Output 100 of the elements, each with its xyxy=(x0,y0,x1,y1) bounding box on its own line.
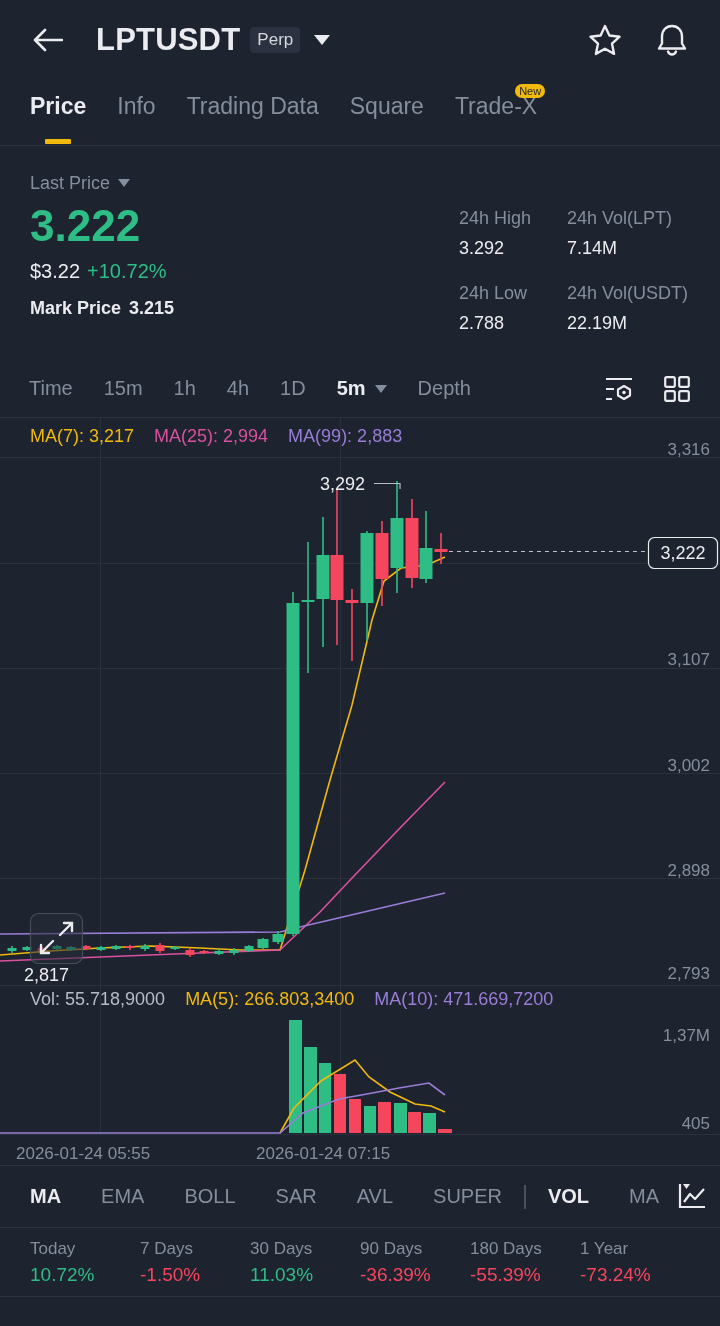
return-value: 11.03% xyxy=(250,1264,315,1286)
time-axis-label: 2026-01-24 05:55 xyxy=(16,1144,151,1163)
line-chart-icon[interactable] xyxy=(678,1183,706,1209)
stat-label: 24h Vol(USDT) xyxy=(566,282,688,304)
volume-bar xyxy=(438,1129,452,1133)
volume-bar xyxy=(364,1106,376,1133)
current-price-tag: 3,222 xyxy=(647,536,719,570)
candlestick xyxy=(125,944,135,951)
indicator-tab[interactable]: MA xyxy=(30,1185,62,1208)
expand-icon xyxy=(39,921,74,955)
indicator-tab[interactable]: AVL xyxy=(356,1185,394,1208)
mark-price-value: 3.215 xyxy=(129,297,175,319)
candlestick xyxy=(37,946,47,953)
tab[interactable]: Price xyxy=(30,80,87,145)
axis-label: 3,316 xyxy=(667,440,710,459)
indicator-tab[interactable]: VOL xyxy=(547,1185,590,1208)
period-label: 180 Days xyxy=(470,1238,543,1260)
moving-average-legend: MA(25): 2,994 xyxy=(154,425,269,447)
interval-tab[interactable]: 15m xyxy=(103,377,143,400)
symbol-title[interactable]: LPTUSDT xyxy=(96,22,241,58)
return-value: -55.39% xyxy=(470,1264,542,1286)
indicator-tab[interactable]: SUPER xyxy=(433,1185,502,1208)
interval-tab[interactable]: 5m xyxy=(336,377,387,400)
candlestick xyxy=(272,930,284,945)
volume-bar xyxy=(319,1063,331,1133)
candlestick xyxy=(214,948,224,956)
indicator-tab[interactable]: EMA xyxy=(101,1185,145,1208)
caret-icon[interactable] xyxy=(314,35,331,45)
candlestick xyxy=(155,942,165,954)
mark-price-label: Mark Price xyxy=(30,297,122,319)
volume-legend: MA(5): 266.803,3400 xyxy=(185,988,355,1010)
tab[interactable]: Trading Data xyxy=(186,80,319,145)
volume-bar xyxy=(334,1074,346,1133)
stat-value: 22.19M xyxy=(566,312,628,334)
stat-label: 24h High xyxy=(458,207,532,229)
volume-bar xyxy=(423,1113,436,1133)
candlestick xyxy=(257,937,269,950)
period-label: 1 Year xyxy=(580,1238,630,1260)
bell-icon[interactable] xyxy=(656,23,688,57)
high-price-label: 3,292 xyxy=(320,474,366,494)
stat-label: 24h Low xyxy=(458,282,528,304)
volume-bar xyxy=(349,1099,361,1133)
interval-tab[interactable]: 1h xyxy=(173,377,196,400)
price-type-label[interactable]: Last Price xyxy=(30,172,111,194)
candlestick xyxy=(199,949,209,955)
candlestick xyxy=(229,947,239,956)
tab[interactable]: Square xyxy=(349,80,424,145)
axis-label: 2,793 xyxy=(667,964,710,983)
fullscreen-button[interactable] xyxy=(29,912,84,965)
star-icon[interactable] xyxy=(588,23,622,57)
stat-value: 3.292 xyxy=(458,237,505,259)
return-value: -1.50% xyxy=(140,1264,202,1286)
time-axis-label: 2026-01-24 07:15 xyxy=(256,1144,391,1163)
interval-tab[interactable]: 1D xyxy=(280,377,306,400)
axis-label: 3,002 xyxy=(667,756,710,775)
return-value: 10.72% xyxy=(30,1264,96,1286)
candlestick xyxy=(140,943,150,952)
candlestick xyxy=(96,945,106,952)
return-value: -36.39% xyxy=(360,1264,432,1286)
usd-price: $3.22 xyxy=(30,259,81,284)
last-price: 3.222 xyxy=(30,201,142,251)
axis-label: 1,37M xyxy=(662,1026,710,1045)
indicator-tab[interactable]: MA xyxy=(629,1185,660,1208)
stat-label: 24h Vol(LPT) xyxy=(566,207,673,229)
settings-icon[interactable] xyxy=(605,376,633,401)
period-label: 7 Days xyxy=(140,1238,194,1260)
volume-legend: Vol: 55.718,9000 xyxy=(30,988,166,1010)
axis-label: 3,107 xyxy=(667,650,710,669)
axis-label: 405 xyxy=(681,1114,710,1133)
volume-legend: MA(10): 471.669,7200 xyxy=(374,988,554,1010)
period-label: 90 Days xyxy=(360,1238,424,1260)
contract-type-badge: Perp xyxy=(250,27,301,53)
candlestick xyxy=(185,947,195,958)
candlestick xyxy=(170,945,180,951)
price-change: +10.72% xyxy=(87,259,167,284)
period-label: Today xyxy=(30,1238,77,1260)
candlestick xyxy=(81,944,91,951)
volume-bar xyxy=(378,1102,391,1133)
indicator-tab[interactable]: SAR xyxy=(275,1185,317,1208)
stat-value: 7.14M xyxy=(566,237,618,259)
new-badge: New xyxy=(515,84,546,98)
interval-tab[interactable]: 4h xyxy=(226,377,250,400)
back-arrow-icon[interactable] xyxy=(33,28,63,52)
stat-value: 2.788 xyxy=(458,312,505,334)
candlestick xyxy=(52,944,62,951)
period-label: 30 Days xyxy=(250,1238,314,1260)
return-value: -73.24% xyxy=(580,1264,652,1286)
moving-average-legend: MA(99): 2,883 xyxy=(288,425,403,447)
candlestick xyxy=(244,944,254,953)
interval-tab[interactable]: Depth xyxy=(417,377,471,400)
low-price-label: 2,817 xyxy=(24,965,70,985)
volume-bar xyxy=(394,1103,407,1133)
interval-tab[interactable]: Time xyxy=(29,377,73,400)
indicator-tab[interactable]: BOLL xyxy=(184,1185,236,1208)
axis-label: 2,898 xyxy=(667,861,710,880)
candlestick xyxy=(7,945,17,954)
grid-icon[interactable] xyxy=(664,375,690,402)
tab[interactable]: Info xyxy=(117,80,156,145)
moving-average-legend: MA(7): 3,217 xyxy=(30,425,135,447)
leader-line xyxy=(373,482,401,490)
